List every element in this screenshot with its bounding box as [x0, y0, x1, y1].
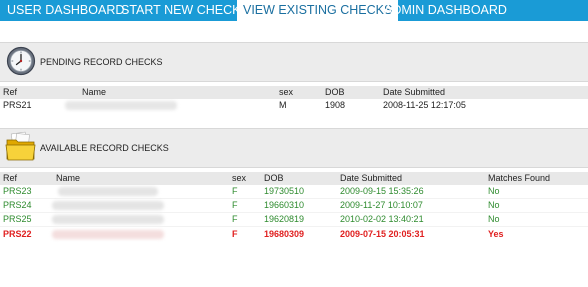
- available-row-dob: 19730510: [264, 186, 305, 196]
- redacted-name: [52, 215, 164, 224]
- available-row-date-submitted: 2009-07-15 20:05:31: [340, 229, 425, 239]
- available-row-date-submitted: 2009-11-27 10:10:07: [340, 200, 423, 210]
- available-row-ref[interactable]: PRS22: [3, 229, 32, 240]
- redacted-name: [58, 187, 158, 196]
- redacted-name: [52, 201, 164, 210]
- available-row-dob: 19660310: [264, 200, 305, 210]
- available-row-matches-found: No: [488, 200, 500, 210]
- available-row-matches-found: No: [488, 214, 500, 224]
- tab-view-existing-checks[interactable]: VIEW EXISTING CHECKS: [237, 0, 399, 21]
- available-section-title: AVAILABLE RECORD CHECKS: [40, 143, 169, 153]
- row-divider: [0, 198, 588, 199]
- pending-col-name: Name: [82, 87, 107, 97]
- available-row-sex: F: [232, 200, 238, 210]
- top-nav: USER DASHBOARD START NEW CHECK VIEW EXIS…: [0, 0, 588, 21]
- available-col-name: Name: [56, 173, 81, 183]
- pending-col-dob: DOB: [325, 87, 345, 97]
- available-row-sex: F: [232, 229, 238, 239]
- available-row-ref[interactable]: PRS25: [3, 214, 32, 225]
- available-row-date-submitted: 2009-09-15 15:35:26: [340, 186, 424, 196]
- pending-section-title: PENDING RECORD CHECKS: [40, 57, 163, 67]
- pending-row-date-submitted: 2008-11-25 12:17:05: [383, 100, 466, 110]
- pending-row-ref[interactable]: PRS21: [3, 100, 32, 111]
- pending-col-date-submitted: Date Submitted: [383, 87, 446, 97]
- tab-user-dashboard[interactable]: USER DASHBOARD: [7, 0, 124, 21]
- pending-row-sex: M: [279, 100, 287, 110]
- tab-admin-dashboard[interactable]: ADMIN DASHBOARD: [384, 0, 507, 21]
- available-row-sex: F: [232, 186, 238, 196]
- row-divider: [0, 212, 588, 213]
- available-col-dob: DOB: [264, 173, 284, 183]
- available-col-date-submitted: Date Submitted: [340, 173, 403, 183]
- available-col-ref: Ref: [3, 173, 18, 183]
- available-row-matches-found: No: [488, 186, 500, 196]
- available-col-matches-found: Matches Found: [488, 173, 551, 183]
- redacted-name: [65, 101, 177, 110]
- available-row-ref[interactable]: PRS24: [3, 200, 32, 211]
- available-row-matches-found: Yes: [488, 229, 504, 239]
- row-divider: [0, 226, 588, 227]
- available-row-date-submitted: 2010-02-02 13:40:21: [340, 214, 424, 224]
- tab-start-new-check[interactable]: START NEW CHECK: [121, 0, 240, 21]
- clock-icon: [6, 46, 36, 76]
- available-row-dob: 19620819: [264, 214, 305, 224]
- available-row-sex: F: [232, 214, 238, 224]
- pending-col-ref: Ref: [3, 87, 18, 97]
- folder-icon: [5, 131, 36, 161]
- available-row-dob: 19680309: [264, 229, 305, 239]
- pending-row-dob: 1908: [325, 100, 346, 110]
- redacted-name: [52, 230, 164, 239]
- available-row-ref[interactable]: PRS23: [3, 186, 32, 197]
- pending-col-sex: sex: [279, 87, 294, 97]
- available-col-sex: sex: [232, 173, 247, 183]
